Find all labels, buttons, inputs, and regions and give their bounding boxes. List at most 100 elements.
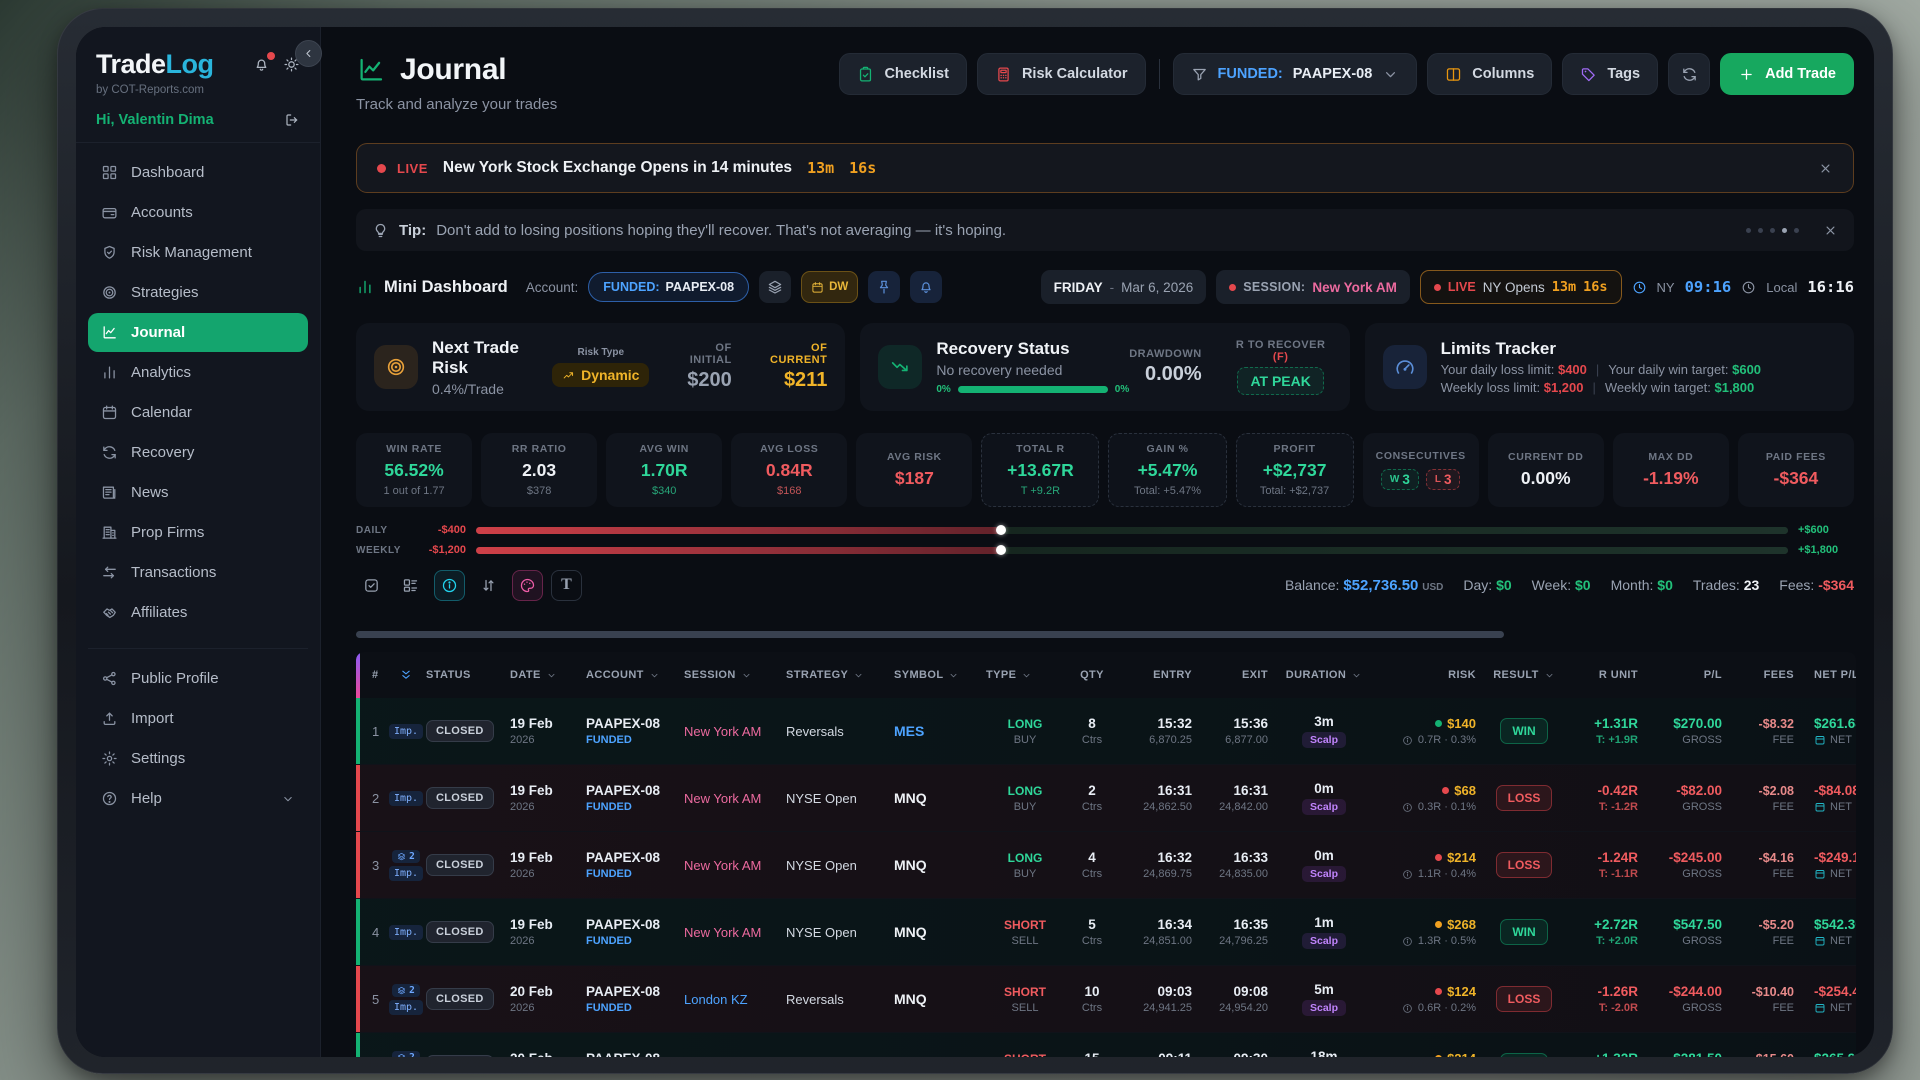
sidebar-item-prop-firms[interactable]: Prop Firms: [88, 513, 308, 552]
col-session[interactable]: SESSION: [684, 669, 786, 681]
sidebar-item-affiliates[interactable]: Affiliates: [88, 593, 308, 632]
stat-sub: 1 out of 1.77: [360, 485, 468, 497]
imported-badge: Imp.: [389, 724, 423, 739]
select-tool-button[interactable]: [356, 570, 387, 601]
sidebar-item-news[interactable]: News: [88, 473, 308, 512]
sidebar-item-label: Recovery: [131, 444, 194, 461]
col-symbol[interactable]: SYMBOL: [894, 669, 986, 681]
layers-button[interactable]: [759, 271, 791, 303]
checklist-button[interactable]: Checklist: [839, 53, 966, 95]
col-status[interactable]: STATUS: [426, 669, 510, 681]
col-entry[interactable]: ENTRY: [1120, 669, 1198, 681]
daily-weekly-toggle[interactable]: DW: [801, 271, 858, 303]
sidebar-item-dashboard[interactable]: Dashboard: [88, 153, 308, 192]
sort-tool-button[interactable]: [473, 570, 504, 601]
calendar-icon: [101, 404, 118, 421]
table-row[interactable]: 6 2 Imp. CLOSED 20 Feb2026 PAAPEX-08FUND…: [356, 1033, 1856, 1057]
shield-icon: [101, 244, 118, 261]
sidebar-item-strategies[interactable]: Strategies: [88, 273, 308, 312]
sidebar-item-label: Accounts: [131, 204, 193, 221]
sidebar-item-risk-management[interactable]: Risk Management: [88, 233, 308, 272]
col-fees[interactable]: FEES: [1728, 669, 1800, 681]
exit-price: 24,842.00: [1219, 801, 1268, 813]
risk-calculator-button[interactable]: Risk Calculator: [977, 53, 1146, 95]
table-row[interactable]: 2 Imp. CLOSED 19 Feb2026 PAAPEX-08FUNDED…: [356, 765, 1856, 832]
stat-card-max-dd: MAX DD-1.19%: [1613, 433, 1729, 507]
sidebar-item-accounts[interactable]: Accounts: [88, 193, 308, 232]
col-select[interactable]: [386, 668, 426, 682]
sidebar-collapse-button[interactable]: [295, 40, 322, 67]
sidebar-item-journal[interactable]: Journal: [88, 313, 308, 352]
table-row[interactable]: 4 Imp. CLOSED 19 Feb2026 PAAPEX-08FUNDED…: [356, 899, 1856, 966]
col-net[interactable]: NET P/L: [1800, 669, 1856, 681]
table-row[interactable]: 5 2 Imp. CLOSED 20 Feb2026 PAAPEX-08FUND…: [356, 966, 1856, 1033]
sidebar-item-analytics[interactable]: Analytics: [88, 353, 308, 392]
news-icon: [101, 484, 118, 501]
entry-time: 16:32: [1157, 850, 1192, 865]
account-filter-dropdown[interactable]: FUNDED: PAAPEX-08: [1173, 53, 1418, 95]
fees: -$8.32: [1759, 717, 1794, 731]
sidebar-item-label: Prop Firms: [131, 524, 204, 541]
sidebar-item-public-profile[interactable]: Public Profile: [88, 659, 308, 698]
sidebar-item-label: Risk Management: [131, 244, 252, 261]
daily-position-dot[interactable]: [996, 525, 1006, 535]
col-runit[interactable]: R UNIT: [1566, 669, 1644, 681]
close-icon[interactable]: [1818, 161, 1833, 176]
col-result[interactable]: RESULT: [1482, 669, 1566, 681]
double-chevron-down-icon: [399, 668, 413, 682]
info-tool-button[interactable]: [434, 570, 465, 601]
layers-icon: [767, 279, 783, 295]
table-row[interactable]: 3 2 Imp. CLOSED 19 Feb2026 PAAPEX-08FUND…: [356, 832, 1856, 899]
sidebar-item-help[interactable]: Help: [88, 779, 308, 818]
col-risk[interactable]: RISK: [1374, 669, 1482, 681]
sidebar-item-label: Transactions: [131, 564, 216, 581]
sidebar-item-import[interactable]: Import: [88, 699, 308, 738]
logout-icon[interactable]: [284, 112, 300, 128]
notifications-bell[interactable]: [253, 56, 270, 73]
row-accent-bar: [356, 899, 360, 965]
col-strategy[interactable]: STRATEGY: [786, 669, 894, 681]
pl-gross: -$244.00: [1669, 984, 1722, 999]
add-trade-button[interactable]: Add Trade: [1720, 53, 1854, 95]
entry-price: 6,870.25: [1149, 734, 1192, 746]
weekly-position-dot[interactable]: [996, 545, 1006, 555]
sidebar-item-calendar[interactable]: Calendar: [88, 393, 308, 432]
scrollbar-thumb[interactable]: [356, 631, 1504, 638]
sidebar-item-settings[interactable]: Settings: [88, 739, 308, 778]
col-account[interactable]: ACCOUNT: [586, 669, 684, 681]
col-duration[interactable]: DURATION: [1274, 669, 1374, 681]
pl-gross: -$82.00: [1676, 783, 1722, 798]
grid-icon: [101, 164, 118, 181]
col-type[interactable]: TYPE: [986, 669, 1064, 681]
close-icon[interactable]: [1823, 223, 1838, 238]
app-logo[interactable]: TradeLog: [96, 49, 214, 80]
refresh-button[interactable]: [1668, 53, 1710, 95]
color-tool-button[interactable]: [512, 570, 543, 601]
col-pl[interactable]: P/L: [1644, 669, 1728, 681]
sidebar-item-recovery[interactable]: Recovery: [88, 433, 308, 472]
text-tool-button[interactable]: T: [551, 570, 582, 601]
layout-tool-button[interactable]: [395, 570, 426, 601]
sidebar-item-transactions[interactable]: Transactions: [88, 553, 308, 592]
stat-card-avg-risk: AVG RISK$187: [856, 433, 972, 507]
col-qty[interactable]: QTY: [1064, 669, 1120, 681]
columns-button[interactable]: Columns: [1427, 53, 1552, 95]
net-pl: -$254.40: [1814, 984, 1856, 999]
sidebar-item-label: Import: [131, 710, 174, 727]
pin-button[interactable]: [868, 271, 900, 303]
risk-type-badge[interactable]: Dynamic: [552, 363, 649, 387]
carousel-dots: [1746, 228, 1799, 233]
tip-text: Don't add to losing positions hoping the…: [436, 222, 1006, 239]
account-badge[interactable]: FUNDED:PAAPEX-08: [588, 272, 749, 302]
risk-amount: $268: [1447, 917, 1476, 932]
result-badge: WIN: [1500, 919, 1547, 945]
consecutive-wins-badge: W3: [1381, 469, 1419, 490]
fees: -$5.20: [1759, 918, 1794, 932]
alerts-button[interactable]: [910, 271, 942, 303]
col-exit[interactable]: EXIT: [1198, 669, 1274, 681]
col-date[interactable]: DATE: [510, 669, 586, 681]
tags-button[interactable]: Tags: [1562, 53, 1658, 95]
pl-gross: $270.00: [1673, 716, 1722, 731]
refresh-icon: [101, 444, 118, 461]
table-row[interactable]: 1 Imp. CLOSED 19 Feb2026 PAAPEX-08FUNDED…: [356, 698, 1856, 765]
